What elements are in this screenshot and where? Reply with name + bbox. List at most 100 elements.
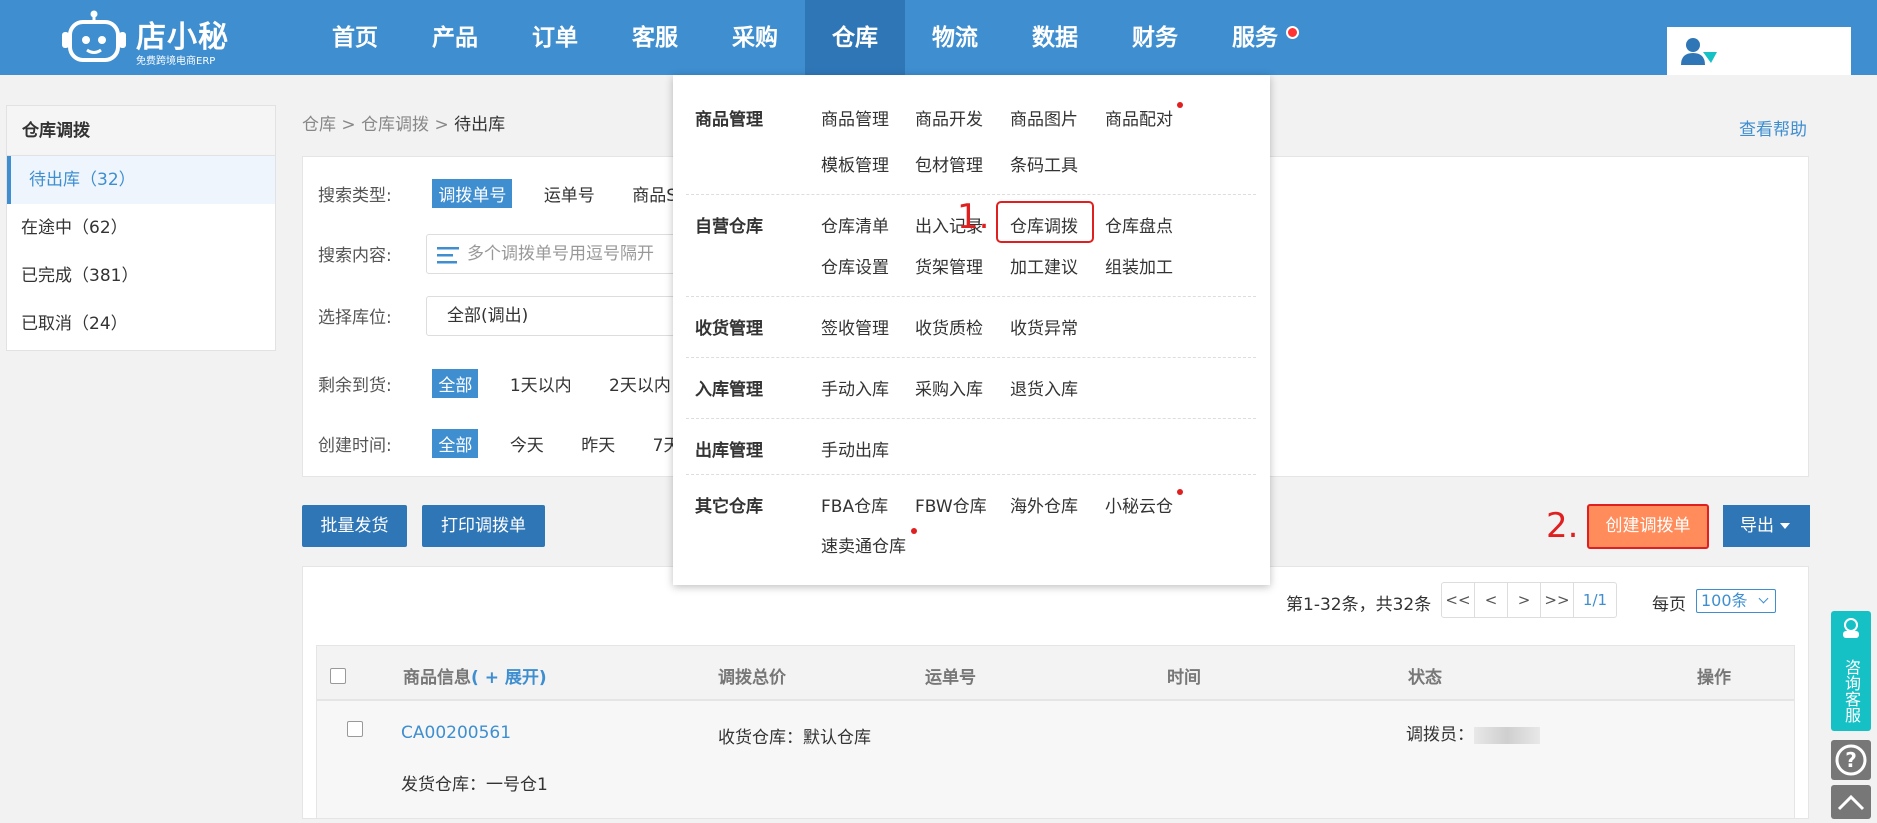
menu-product-images[interactable]: 商品图片 <box>1010 105 1078 130</box>
consult-service-label: 咨询客服 <box>1842 659 1861 723</box>
group-title-own-warehouse: 自营仓库 <box>695 217 763 237</box>
search-type-sku[interactable]: 商品S <box>632 181 677 206</box>
nav-products[interactable]: 产品 <box>405 0 505 75</box>
consult-service-widget[interactable]: 咨询客服 <box>1831 611 1871 731</box>
menu-manual-outbound[interactable]: 手动出库 <box>821 436 889 461</box>
menu-packaging-management[interactable]: 包材管理 <box>915 151 983 176</box>
menu-fba-warehouse[interactable]: FBA仓库 <box>821 492 888 517</box>
breadcrumb: 仓库 > 仓库调拨 > 待出库 <box>302 110 505 135</box>
breadcrumb-transfer[interactable]: 仓库调拨 <box>361 115 429 135</box>
filter-remaining: 剩余到货: 全部 1天以内 2天以内 <box>318 369 703 398</box>
menu-barcode-tool[interactable]: 条码工具 <box>1010 151 1078 176</box>
pager-last[interactable]: >> <box>1541 583 1574 617</box>
menu-stocktake[interactable]: 仓库盘点 <box>1105 212 1173 237</box>
nav-services[interactable]: 服务 <box>1205 0 1305 75</box>
pager-first[interactable]: << <box>1442 583 1475 617</box>
remaining-2days[interactable]: 2天以内 <box>609 371 671 396</box>
menu-shelf-management[interactable]: 货架管理 <box>915 253 983 278</box>
per-page-label: 每页 <box>1652 595 1686 615</box>
brand-logo[interactable]: 店小秘 免费跨境电商ERP <box>62 6 232 67</box>
menu-manual-inbound[interactable]: 手动入库 <box>821 375 889 400</box>
created-today[interactable]: 今天 <box>510 431 544 456</box>
menu-processing-suggestions[interactable]: 加工建议 <box>1010 253 1078 278</box>
col-total: 调拨总价 <box>718 668 786 688</box>
menu-sign-management[interactable]: 签收管理 <box>821 314 889 339</box>
menu-xiaomi-cloud-warehouse[interactable]: 小秘云仓 <box>1105 492 1173 517</box>
nav-data[interactable]: 数据 <box>1005 0 1105 75</box>
menu-warehouse-settings[interactable]: 仓库设置 <box>821 253 889 278</box>
nav-customer-service[interactable]: 客服 <box>605 0 705 75</box>
sidebar-item-completed[interactable]: 已完成（381） <box>7 252 275 300</box>
nav-finance[interactable]: 财务 <box>1105 0 1205 75</box>
pager-prev[interactable]: < <box>1475 583 1508 617</box>
print-transfer-button[interactable]: 打印调拨单 <box>422 505 545 547</box>
robot-logo-icon <box>62 10 126 62</box>
menu-product-management[interactable]: 商品管理 <box>821 105 889 130</box>
menu-template-management[interactable]: 模板管理 <box>821 151 889 176</box>
menu-fbw-warehouse[interactable]: FBW仓库 <box>915 492 987 517</box>
svg-text:?: ? <box>1845 748 1857 772</box>
sidebar-item-pending[interactable]: 待出库（32） <box>7 156 275 204</box>
menu-quality-check[interactable]: 收货质检 <box>915 314 983 339</box>
table-header: 商品信息( + 展开) 调拨总价 运单号 时间 状态 操作 <box>316 645 1795 700</box>
user-menu[interactable] <box>1667 27 1851 75</box>
menu-product-development[interactable]: 商品开发 <box>915 105 983 130</box>
nav-logistics[interactable]: 物流 <box>905 0 1005 75</box>
per-page-select[interactable]: 100条 <box>1696 589 1776 613</box>
warehouse-dropdown-menu: 商品管理 商品管理 商品开发 商品图片 商品配对 模板管理 包材管理 条码工具 … <box>673 75 1270 585</box>
created-all[interactable]: 全部 <box>432 429 479 458</box>
help-link[interactable]: 查看帮助 <box>1739 115 1807 140</box>
pager-summary: 第1-32条，共32条 <box>1286 595 1432 615</box>
divider <box>686 474 1256 475</box>
nav-orders[interactable]: 订单 <box>505 0 605 75</box>
menu-return-inbound[interactable]: 退货入库 <box>1010 375 1078 400</box>
operator: 调拨员： <box>1406 720 1540 745</box>
col-time: 时间 <box>1167 668 1201 688</box>
breadcrumb-sep: > <box>429 115 455 135</box>
highlight-box-transfer <box>996 201 1094 243</box>
menu-aliexpress-warehouse[interactable]: 速卖通仓库 <box>821 532 906 557</box>
pager-current[interactable]: 1/1 <box>1574 583 1616 617</box>
menu-receiving-exceptions[interactable]: 收货异常 <box>1010 314 1078 339</box>
nav-warehouse[interactable]: 仓库 <box>805 0 905 75</box>
divider <box>686 194 1256 195</box>
col-product: 商品信息( + 展开) <box>403 663 547 688</box>
menu-overseas-warehouse[interactable]: 海外仓库 <box>1010 492 1078 517</box>
search-input[interactable]: 多个调拨单号用逗号隔开 <box>426 234 676 274</box>
notification-dot <box>1286 26 1299 39</box>
menu-product-pairing[interactable]: 商品配对 <box>1105 105 1173 130</box>
group-title-outbound: 出库管理 <box>695 441 763 461</box>
question-icon: ? <box>1835 744 1867 776</box>
menu-assembly[interactable]: 组装加工 <box>1105 253 1173 278</box>
sidebar-item-cancelled[interactable]: 已取消（24） <box>7 300 275 348</box>
nav-home[interactable]: 首页 <box>305 0 405 75</box>
remaining-all[interactable]: 全部 <box>432 369 479 398</box>
breadcrumb-warehouse[interactable]: 仓库 <box>302 115 336 135</box>
menu-purchase-inbound[interactable]: 采购入库 <box>915 375 983 400</box>
batch-ship-button[interactable]: 批量发货 <box>302 505 407 547</box>
create-transfer-button[interactable]: 创建调拨单 <box>1587 504 1709 549</box>
group-title: 商品管理 <box>695 110 763 130</box>
search-type-transfer-no[interactable]: 调拨单号 <box>432 179 513 208</box>
sidebar-item-in-transit[interactable]: 在途中（62） <box>7 204 275 252</box>
pager-next[interactable]: > <box>1508 583 1541 617</box>
select-all-checkbox[interactable] <box>330 668 346 684</box>
main-nav: 首页 产品 订单 客服 采购 仓库 物流 数据 财务 服务 <box>305 0 1305 75</box>
warehouse-select[interactable]: 全部(调出) <box>426 296 676 336</box>
table-row: CA00200561 收货仓库：默认仓库 调拨员： 发货仓库：一号仓1 <box>316 700 1795 819</box>
caret-down-icon <box>1780 523 1790 529</box>
headset-icon <box>1843 618 1859 638</box>
help-question-button[interactable]: ? <box>1831 740 1871 780</box>
remaining-1day[interactable]: 1天以内 <box>510 371 572 396</box>
export-button[interactable]: 导出 <box>1723 505 1810 547</box>
created-yesterday[interactable]: 昨天 <box>581 431 615 456</box>
transfer-id-link[interactable]: CA00200561 <box>401 723 511 743</box>
search-type-tracking-no[interactable]: 运单号 <box>544 181 595 206</box>
nav-purchasing[interactable]: 采购 <box>705 0 805 75</box>
filter-search-content: 搜索内容: <box>318 241 427 266</box>
breadcrumb-sep: > <box>336 115 362 135</box>
expand-toggle[interactable]: ( + 展开) <box>471 668 547 688</box>
back-to-top-button[interactable] <box>1831 785 1871 819</box>
row-checkbox[interactable] <box>347 721 363 737</box>
menu-warehouse-list[interactable]: 仓库清单 <box>821 212 889 237</box>
